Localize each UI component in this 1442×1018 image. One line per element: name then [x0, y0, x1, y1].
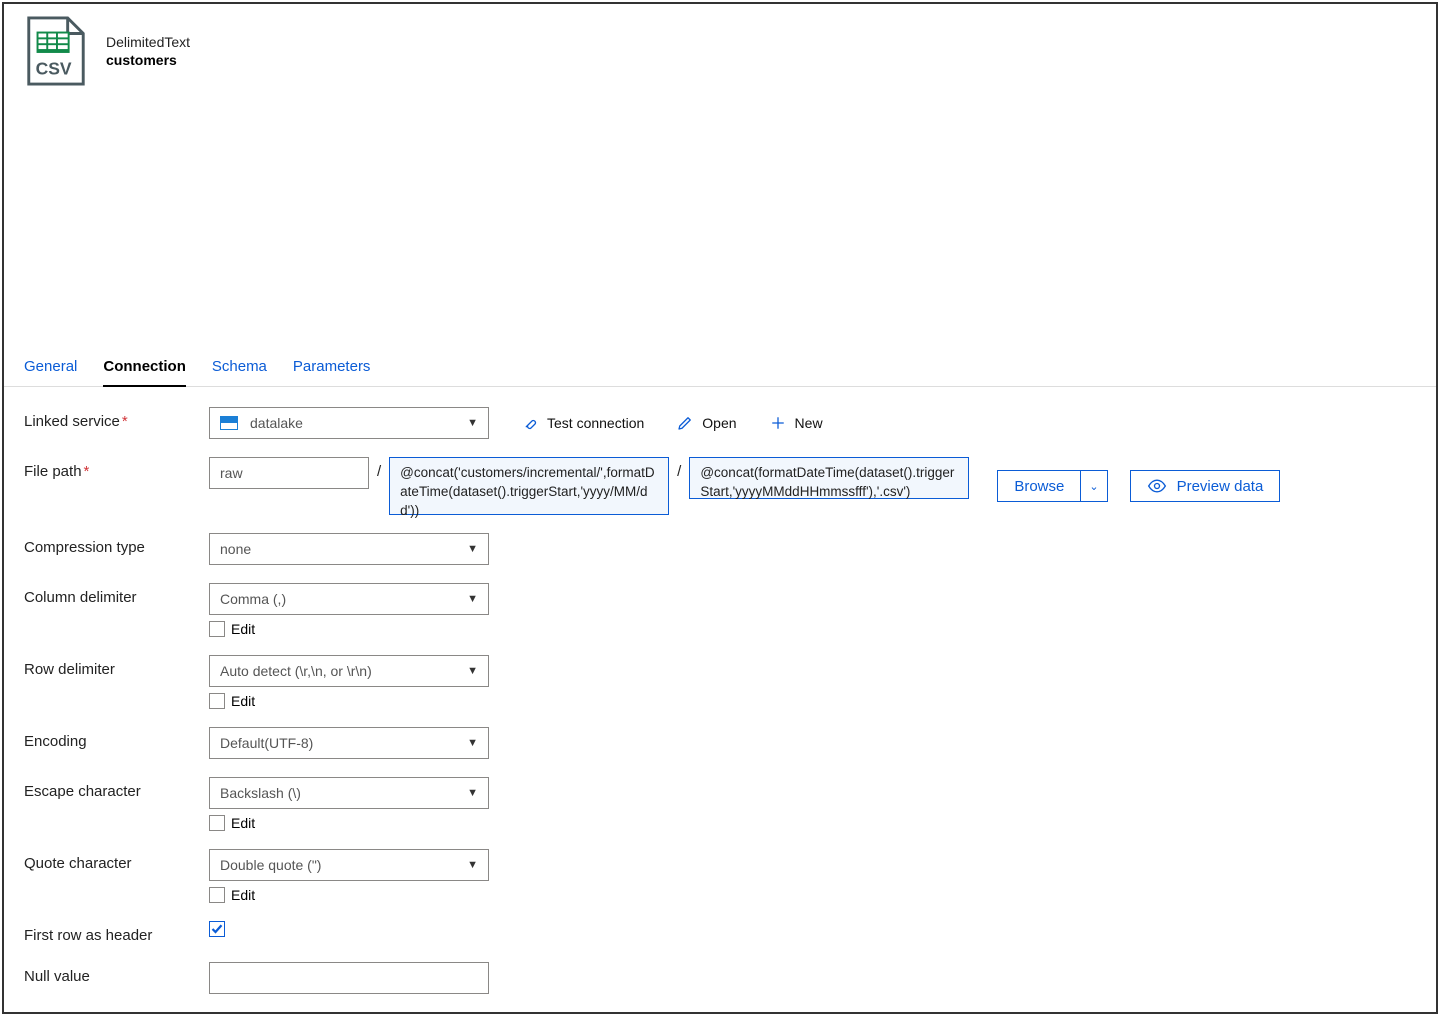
escape-character-edit-checkbox[interactable] [209, 815, 225, 831]
chevron-down-icon: ▼ [467, 593, 478, 605]
chevron-down-icon: ⌄ [1089, 480, 1098, 493]
chevron-down-icon: ▼ [467, 543, 478, 555]
linked-service-label: Linked service* [24, 407, 209, 430]
chevron-down-icon: ▼ [467, 787, 478, 799]
pencil-icon [676, 414, 694, 432]
file-path-label: File path* [24, 457, 209, 480]
escape-character-select[interactable]: Backslash (\) ▼ [209, 777, 489, 809]
plus-icon [769, 414, 787, 432]
browse-dropdown-button[interactable]: ⌄ [1080, 470, 1107, 502]
quote-character-select[interactable]: Double quote (") ▼ [209, 849, 489, 881]
chevron-down-icon: ▼ [467, 859, 478, 871]
preview-data-button[interactable]: Preview data [1130, 470, 1281, 502]
tab-parameters[interactable]: Parameters [293, 348, 371, 386]
plug-icon [521, 414, 539, 432]
dataset-type: DelimitedText [106, 34, 190, 50]
edit-label: Edit [231, 621, 255, 637]
chevron-down-icon: ▼ [467, 417, 478, 429]
file-path-directory-expression[interactable]: @concat('customers/incremental/',formatD… [389, 457, 669, 515]
file-path-file-expression[interactable]: @concat(formatDateTime(dataset().trigger… [689, 457, 969, 499]
encoding-label: Encoding [24, 727, 209, 750]
row-delimiter-edit-checkbox[interactable] [209, 693, 225, 709]
first-row-header-checkbox[interactable] [209, 921, 225, 937]
file-path-container-input[interactable] [209, 457, 369, 489]
null-value-input[interactable] [209, 962, 489, 994]
new-button[interactable]: New [769, 414, 823, 432]
preview-icon [1147, 479, 1167, 493]
tab-schema[interactable]: Schema [212, 348, 267, 386]
row-delimiter-label: Row delimiter [24, 655, 209, 678]
browse-split-button: Browse ⌄ [997, 470, 1107, 502]
column-delimiter-select[interactable]: Comma (,) ▼ [209, 583, 489, 615]
chevron-down-icon: ▼ [467, 737, 478, 749]
quote-character-edit-checkbox[interactable] [209, 887, 225, 903]
compression-type-label: Compression type [24, 533, 209, 556]
first-row-header-label: First row as header [24, 921, 209, 944]
tab-general[interactable]: General [24, 348, 77, 386]
browse-button[interactable]: Browse [997, 470, 1080, 502]
edit-label: Edit [231, 887, 255, 903]
null-value-label: Null value [24, 962, 209, 985]
svg-text:CSV: CSV [36, 58, 72, 78]
dataset-name: customers [106, 52, 190, 68]
edit-label: Edit [231, 815, 255, 831]
escape-character-label: Escape character [24, 777, 209, 800]
storage-icon [220, 416, 238, 430]
edit-label: Edit [231, 693, 255, 709]
dataset-header: CSV DelimitedText customers [4, 4, 1436, 98]
open-button[interactable]: Open [676, 414, 736, 432]
test-connection-button[interactable]: Test connection [521, 414, 644, 432]
row-delimiter-select[interactable]: Auto detect (\r,\n, or \r\n) ▼ [209, 655, 489, 687]
compression-type-select[interactable]: none ▼ [209, 533, 489, 565]
linked-service-select[interactable]: datalake ▼ [209, 407, 489, 439]
encoding-select[interactable]: Default(UTF-8) ▼ [209, 727, 489, 759]
tab-connection[interactable]: Connection [103, 348, 186, 387]
quote-character-label: Quote character [24, 849, 209, 872]
column-delimiter-edit-checkbox[interactable] [209, 621, 225, 637]
csv-file-icon: CSV [24, 16, 88, 86]
chevron-down-icon: ▼ [467, 665, 478, 677]
column-delimiter-label: Column delimiter [24, 583, 209, 606]
tabs-bar: General Connection Schema Parameters [4, 348, 1436, 387]
